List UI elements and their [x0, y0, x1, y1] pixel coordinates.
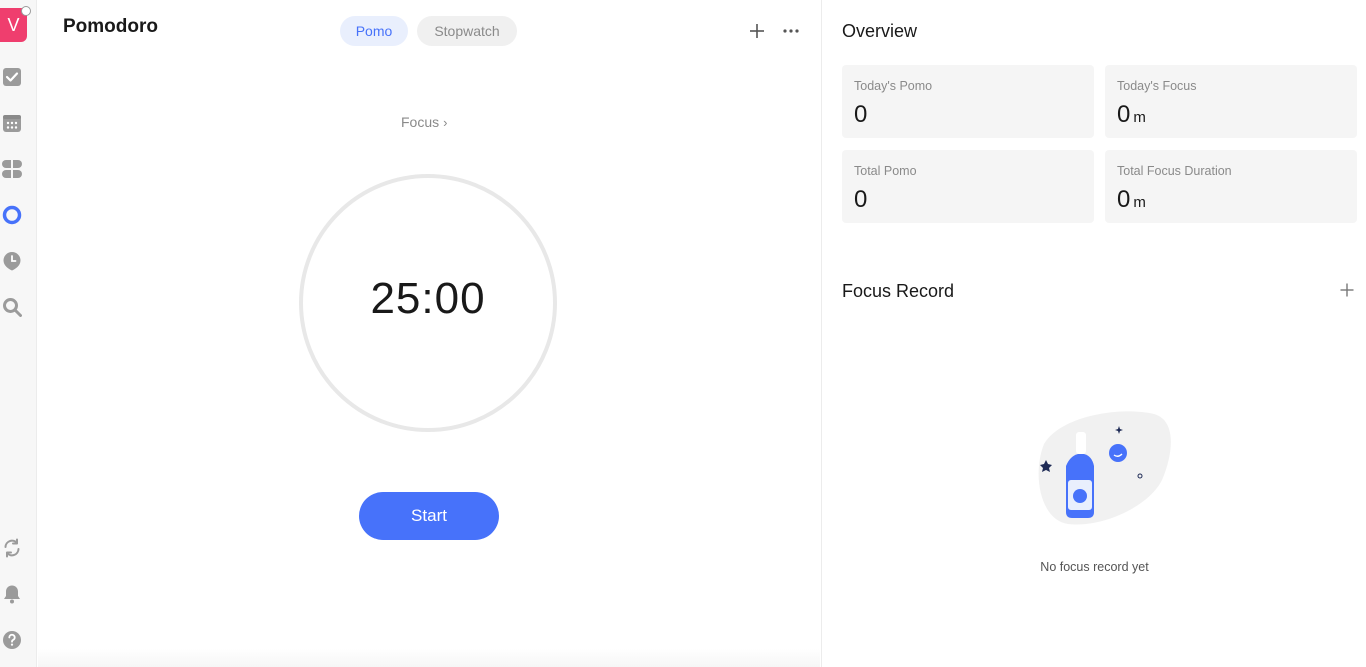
- focus-record-title: Focus Record: [842, 281, 955, 301]
- stat-label: Total Focus Duration: [1117, 164, 1232, 178]
- avatar-badge-icon: [21, 6, 31, 16]
- search-icon[interactable]: [2, 297, 22, 317]
- start-button[interactable]: Start: [359, 492, 499, 540]
- task-icon[interactable]: [2, 67, 22, 87]
- stat-label: Total Pomo: [854, 164, 917, 178]
- stat-card-todays-focus: Today's Focus 0m: [1105, 65, 1357, 138]
- pomodoro-panel: Pomodoro Pomo Stopwatch Focus › 25:00 Sta…: [38, 0, 820, 667]
- add-record-icon[interactable]: [1339, 282, 1355, 298]
- empty-state-illustration: [1030, 408, 1172, 530]
- add-icon[interactable]: [747, 21, 767, 41]
- sidebar: V: [0, 0, 37, 667]
- tab-pomo[interactable]: Pomo: [340, 16, 408, 46]
- bottom-divider: [38, 649, 820, 667]
- focus-label: Focus: [401, 114, 440, 130]
- stat-label: Today's Pomo: [854, 79, 933, 93]
- matrix-icon[interactable]: [2, 159, 22, 179]
- stat-card-total-focus-duration: Total Focus Duration 0m: [1105, 150, 1357, 223]
- stat-card-total-pomo: Total Pomo 0: [842, 150, 1094, 223]
- calendar-icon[interactable]: [2, 113, 22, 133]
- more-icon[interactable]: [781, 21, 801, 41]
- tab-stopwatch[interactable]: Stopwatch: [417, 16, 517, 46]
- focus-selector[interactable]: Focus ›: [401, 114, 447, 130]
- empty-state-text: No focus record yet: [1040, 560, 1149, 574]
- overview-panel: Overview Today's Pomo 0 Today's Focus 0m…: [821, 0, 1366, 667]
- stat-value: 0: [854, 101, 868, 128]
- app-window: V Pomodoro Pomo Stopwatch Focus › 25:00 …: [0, 0, 1366, 667]
- habit-icon[interactable]: [2, 251, 22, 271]
- pomodoro-icon[interactable]: [2, 205, 22, 225]
- chevron-right-icon: ›: [443, 115, 448, 130]
- stat-card-todays-pomo: Today's Pomo 0: [842, 65, 1094, 138]
- timer-display: 25:00: [370, 274, 486, 323]
- notification-icon[interactable]: [2, 584, 22, 604]
- page-title: Pomodoro: [63, 16, 158, 37]
- stat-value: 0m: [1117, 101, 1146, 128]
- sync-icon[interactable]: [2, 538, 22, 558]
- stat-value: 0m: [1117, 186, 1146, 213]
- help-icon[interactable]: [2, 630, 22, 650]
- stat-label: Today's Focus: [1117, 79, 1197, 93]
- overview-title: Overview: [842, 21, 918, 41]
- stat-value: 0: [854, 186, 868, 213]
